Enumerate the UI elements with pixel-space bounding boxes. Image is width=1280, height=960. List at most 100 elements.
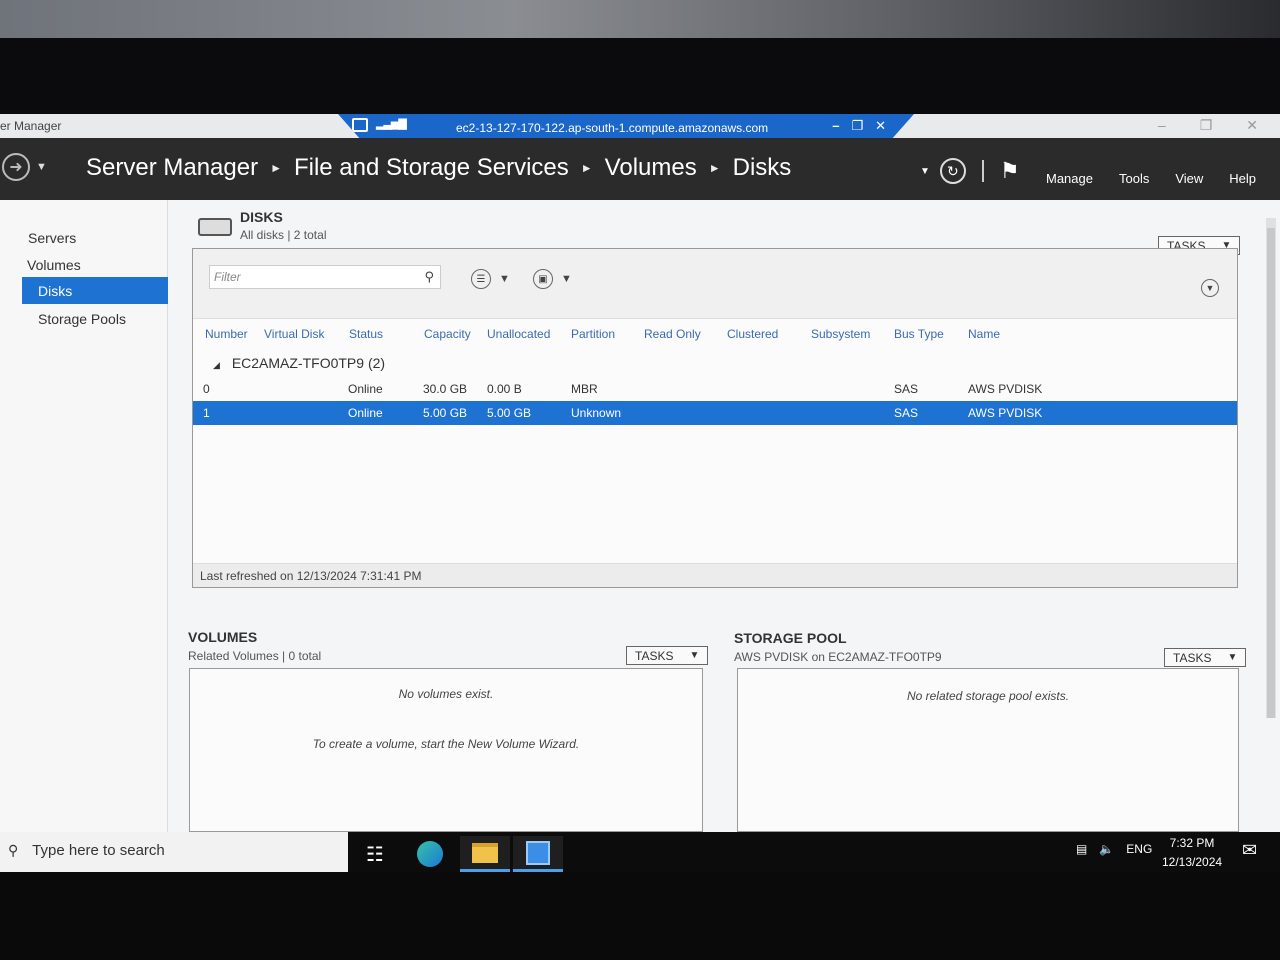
rdp-close-icon[interactable]: ✕ xyxy=(875,118,886,134)
breadcrumb-separator-icon: ► xyxy=(270,161,282,175)
sidebar-item-volumes[interactable]: Volumes xyxy=(22,251,168,278)
search-icon[interactable]: ⚲ xyxy=(424,269,434,285)
list-options-button[interactable]: ☰ ▼ xyxy=(471,269,510,289)
chevron-down-icon[interactable]: ▼ xyxy=(920,166,930,177)
minimize-icon[interactable]: – xyxy=(1158,117,1166,134)
photo-background xyxy=(0,0,1280,38)
sidebar-item-servers[interactable]: Servers xyxy=(22,224,168,251)
filter-input[interactable]: Filter ⚲ xyxy=(209,265,441,289)
col-partition[interactable]: Partition xyxy=(571,327,615,341)
filter-placeholder: Filter xyxy=(214,270,241,284)
refresh-icon[interactable]: ↻ xyxy=(939,158,966,184)
action-center-icon[interactable]: ✉ xyxy=(1242,840,1257,861)
col-bus-type[interactable]: Bus Type xyxy=(894,327,944,341)
disk-icon xyxy=(198,218,232,236)
main-content: Servers Volumes Disks Storage Pools DISK… xyxy=(0,200,1280,832)
rdp-restore-icon[interactable]: ❐ xyxy=(851,118,863,134)
collapse-triangle-icon[interactable]: ◢ xyxy=(213,360,220,370)
close-icon[interactable]: ✕ xyxy=(1246,117,1258,134)
col-subsystem[interactable]: Subsystem xyxy=(811,327,870,341)
breadcrumb-item[interactable]: Server Manager xyxy=(86,154,258,182)
search-placeholder: Type here to search xyxy=(32,842,165,859)
scrollbar-thumb[interactable] xyxy=(1267,228,1275,718)
cell-number: 1 xyxy=(203,406,210,420)
edge-logo xyxy=(417,841,443,867)
list-icon: ☰ xyxy=(471,269,491,289)
server-manager-taskbar-icon[interactable] xyxy=(513,836,563,872)
clock-date: 12/13/2024 xyxy=(1162,855,1223,869)
menu-manage[interactable]: Manage xyxy=(1046,171,1093,186)
forward-icon[interactable]: ➜ xyxy=(2,153,30,181)
cell-partition: MBR xyxy=(571,382,598,396)
storage-pool-title: STORAGE POOL xyxy=(734,630,847,646)
restore-icon[interactable]: ❐ xyxy=(1200,117,1213,134)
volume-muted-icon[interactable]: 🔈 xyxy=(1099,842,1114,856)
system-tray: ▤ 🔈 ENG xyxy=(1076,842,1152,856)
cell-capacity: 5.00 GB xyxy=(423,406,468,420)
col-virtual-disk[interactable]: Virtual Disk xyxy=(264,327,324,341)
storage-pool-empty-message: No related storage pool exists. xyxy=(906,689,1070,703)
chevron-down-icon[interactable]: ▼ xyxy=(36,161,47,173)
sidebar: Servers Volumes Disks Storage Pools xyxy=(0,200,168,832)
breadcrumb: Server Manager ► File and Storage Servic… xyxy=(86,154,791,182)
cell-status: Online xyxy=(348,382,383,396)
sidebar-item-disks[interactable]: Disks xyxy=(22,277,168,304)
col-capacity[interactable]: Capacity xyxy=(424,327,471,341)
col-number[interactable]: Number xyxy=(205,327,248,341)
storage-pool-tasks-button[interactable]: TASKS ▼ xyxy=(1164,648,1247,667)
taskbar-clock[interactable]: 7:32 PM 12/13/2024 xyxy=(1162,834,1222,872)
volumes-hint[interactable]: To create a volume, start the New Volume… xyxy=(190,737,702,751)
expand-icon[interactable]: ▼ xyxy=(1201,279,1219,297)
task-view-icon[interactable]: ☷ xyxy=(350,836,400,872)
storage-pool-subtitle: AWS PVDISK on EC2AMAZ-TFO0TP9 xyxy=(734,650,942,664)
last-refreshed-status: Last refreshed on 12/13/2024 7:31:41 PM xyxy=(193,563,1237,587)
volumes-empty-message: No volumes exist. xyxy=(398,687,494,701)
edge-browser-icon[interactable] xyxy=(405,836,455,872)
table-row[interactable]: 0 Online 30.0 GB 0.00 B MBR SAS AWS PVDI… xyxy=(193,377,1237,401)
volumes-title: VOLUMES xyxy=(188,629,258,645)
pin-icon[interactable] xyxy=(352,118,368,132)
col-clustered[interactable]: Clustered xyxy=(727,327,778,341)
header-tools: ▼ ↻ ⚑ xyxy=(920,158,1020,184)
menu-tools[interactable]: Tools xyxy=(1119,171,1149,186)
monitor-bezel xyxy=(0,38,1280,114)
server-group-label: EC2AMAZ-TFO0TP9 (2) xyxy=(231,355,386,371)
folder-icon xyxy=(472,842,498,863)
disks-subtitle: All disks | 2 total xyxy=(240,228,327,242)
tasks-label: TASKS xyxy=(635,648,674,663)
col-read-only[interactable]: Read Only xyxy=(644,327,701,341)
col-status[interactable]: Status xyxy=(349,327,383,341)
cell-bus-type: SAS xyxy=(894,382,919,396)
breadcrumb-item[interactable]: File and Storage Services xyxy=(294,154,569,182)
notifications-flag-icon[interactable]: ⚑ xyxy=(1000,158,1020,184)
network-icon[interactable]: ▤ xyxy=(1076,842,1087,856)
signal-icon[interactable]: ▂▃▅▇ xyxy=(376,117,407,130)
file-explorer-icon[interactable] xyxy=(460,836,510,872)
window-title: er Manager xyxy=(0,119,62,133)
clock-time: 7:32 PM xyxy=(1169,836,1215,850)
volumes-tasks-button[interactable]: TASKS ▼ xyxy=(626,646,709,665)
cell-status: Online xyxy=(348,406,383,420)
col-unallocated[interactable]: Unallocated xyxy=(487,327,550,341)
language-indicator[interactable]: ENG xyxy=(1126,842,1152,856)
remote-connection-bar: ▂▃▅▇ ec2-13-127-170-122.ap-south-1.compu… xyxy=(338,114,914,140)
col-name[interactable]: Name xyxy=(968,327,1000,341)
vertical-scrollbar[interactable] xyxy=(1266,218,1276,718)
rdp-host-name: ec2-13-127-170-122.ap-south-1.compute.am… xyxy=(456,121,769,135)
cell-partition: Unknown xyxy=(571,406,622,420)
sidebar-item-storage-pools[interactable]: Storage Pools xyxy=(22,305,168,332)
table-row-selected[interactable]: 1 Online 5.00 GB 5.00 GB Unknown SAS AWS… xyxy=(193,401,1237,425)
disks-panel: Filter ⚲ ☰ ▼ ▣ ▼ ▼ Number Virtual Disk S… xyxy=(192,248,1238,588)
cell-name: AWS PVDISK xyxy=(968,406,1043,420)
save-icon: ▣ xyxy=(533,269,553,289)
menu-view[interactable]: View xyxy=(1175,171,1203,186)
rdp-minimize-icon[interactable]: – xyxy=(832,118,839,134)
breadcrumb-item[interactable]: Volumes xyxy=(605,154,697,182)
save-query-button[interactable]: ▣ ▼ xyxy=(533,269,572,289)
menu-help[interactable]: Help xyxy=(1229,171,1256,186)
window-controls: – ❐ ✕ xyxy=(1158,117,1258,134)
server-group-row[interactable]: ◢ EC2AMAZ-TFO0TP9 (2) xyxy=(213,355,385,371)
taskbar-search-input[interactable]: ⚲ Type here to search xyxy=(0,832,348,872)
cell-capacity: 30.0 GB xyxy=(423,382,468,396)
search-icon: ⚲ xyxy=(8,842,19,858)
